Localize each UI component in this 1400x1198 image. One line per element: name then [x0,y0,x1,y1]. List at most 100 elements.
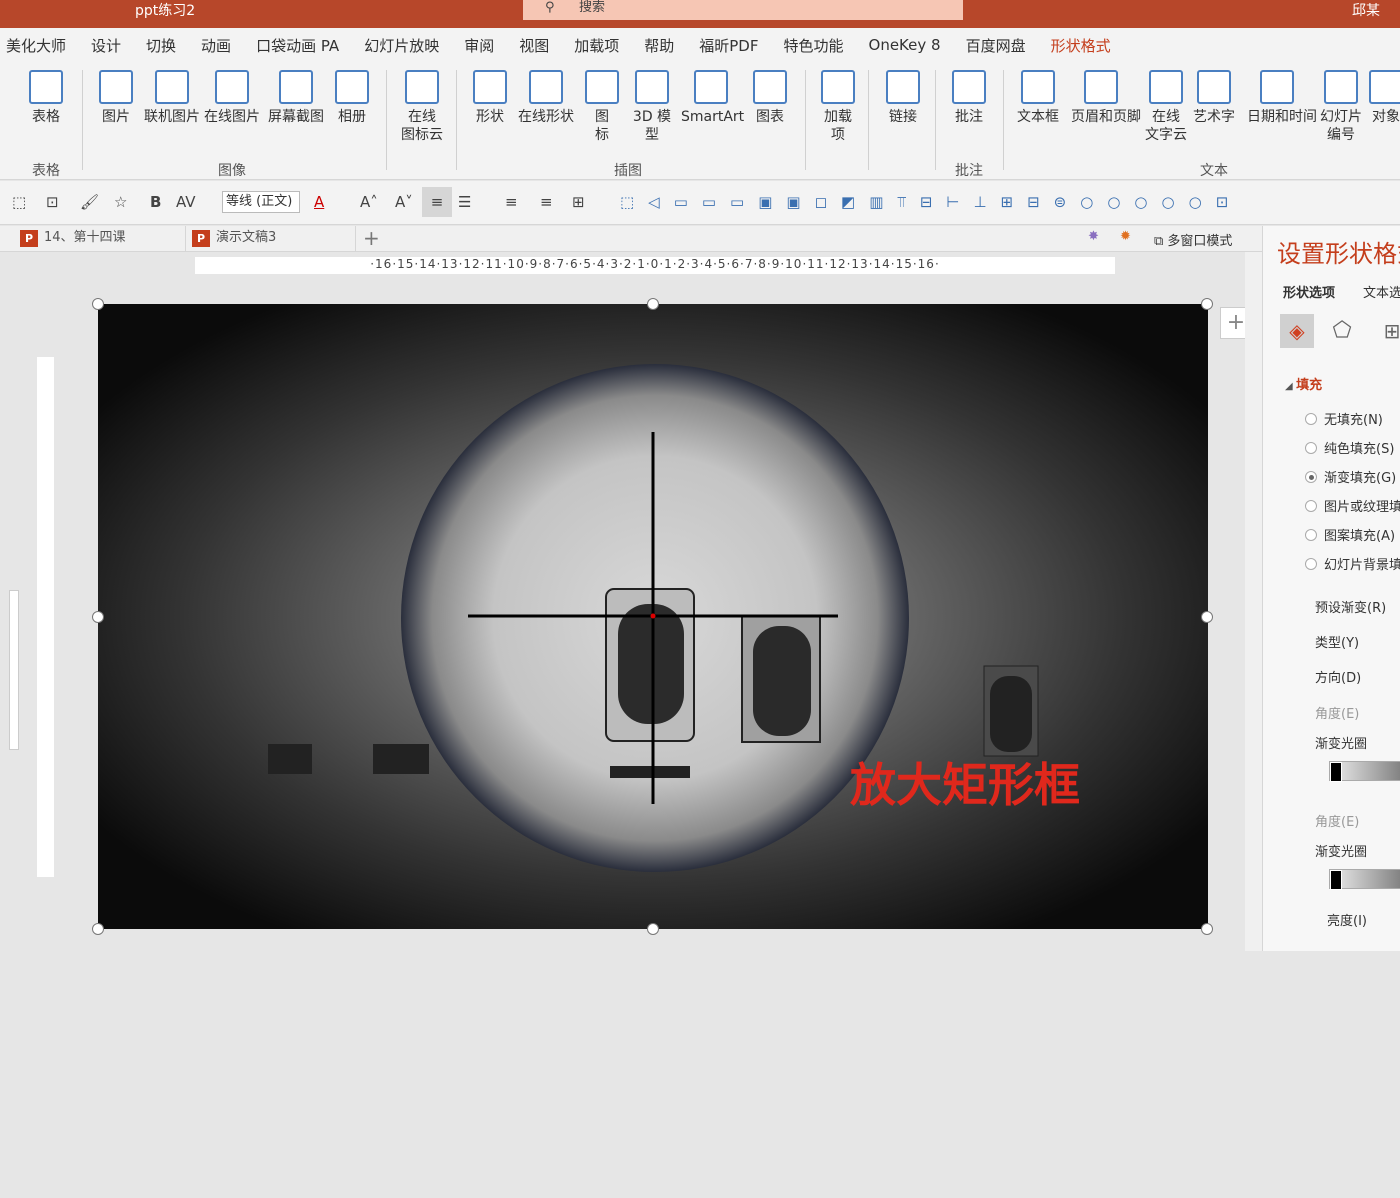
type-label[interactable]: 类型(Y) [1315,632,1359,651]
menu-tab[interactable]: 形状格式 [1051,35,1111,56]
menu-tab[interactable]: 视图 [519,35,549,56]
menu-tab[interactable]: 百度网盘 [966,35,1026,56]
radio-icon [1305,471,1317,483]
ribbon-button[interactable]: 在线图片 [202,70,262,126]
fill-line-icon[interactable]: ◈ [1280,314,1314,348]
menu-tab[interactable]: 帮助 [644,35,674,56]
shrink-font-icon[interactable]: A˅ [395,193,413,211]
title-bar: ppt练习2 ⚲搜索 邱某 [0,0,1400,28]
fill-section-header[interactable]: ◢ 填充 [1285,374,1322,393]
scroll-thumb[interactable] [9,590,19,750]
star-icon[interactable]: ☆ [114,193,127,211]
resize-handle[interactable] [92,298,104,310]
menu-tab[interactable]: 加载项 [574,35,619,56]
ribbon-button[interactable]: 相册 [322,70,382,126]
menu-tab[interactable]: 口袋动画 PA [256,35,339,56]
fill-option-radio[interactable]: 图案填充(A) [1305,525,1395,544]
ribbon-button[interactable]: 加载 项 [808,70,868,144]
presenter-icon[interactable]: ⊡ [46,193,59,211]
fill-option-radio[interactable]: 图片或纹理填充 [1305,496,1400,515]
ribbon-button[interactable]: 链接 [873,70,933,126]
ribbon-button[interactable]: 页眉和页脚 [1071,70,1131,126]
effects-icon[interactable]: ⬠ [1325,314,1359,348]
tab-shape-options[interactable]: 形状选项 [1283,282,1335,301]
tab-document-2[interactable]: P演示文稿3 [186,226,356,252]
gradient-stops-slider[interactable] [1329,761,1400,781]
preset-gradient-label[interactable]: 预设渐变(R) [1315,597,1386,616]
select-icon[interactable]: ⬚ [12,193,26,211]
direction-label[interactable]: 方向(D) [1315,667,1361,686]
bullets-icon[interactable]: ☰ [458,193,471,211]
ribbon-button[interactable]: 屏幕截图 [266,70,326,126]
resize-handle[interactable] [92,923,104,935]
format-painter-icon[interactable]: 🖌 [80,193,99,211]
panel-title: 设置形状格式 [1277,234,1400,269]
size-properties-icon[interactable]: ⊞ [1375,314,1400,348]
menu-tab[interactable]: 审阅 [464,35,494,56]
tab-document-1[interactable]: P14、第十四课 [14,226,186,252]
menu-tab[interactable]: OneKey 8 [869,36,941,54]
fill-option-radio[interactable]: 无填充(N) [1305,409,1383,428]
font-select[interactable]: 等线 (正文) [222,191,300,213]
resize-handle[interactable] [92,611,104,623]
menu-tab[interactable]: 特色功能 [784,35,844,56]
ribbon-button[interactable]: 图片 [86,70,146,126]
divider [82,70,83,170]
ribbon-button[interactable]: 批注 [939,70,999,126]
ribbon-button[interactable]: 联机图片 [142,70,202,126]
ribbon-button[interactable]: 形状 [460,70,520,126]
ribbon-button[interactable]: 日期和时间 [1247,70,1307,126]
ribbon-button-label: 批注 [939,108,999,126]
char-spacing-icon[interactable]: AV [176,193,196,211]
ribbon-button[interactable]: 对象 [1356,70,1400,126]
resize-handle[interactable] [647,298,659,310]
user-name[interactable]: 邱某 [1352,0,1380,20]
align-right-icon[interactable]: ≡ [540,193,553,211]
menu-tab[interactable]: 福昕PDF [699,35,758,56]
menu-tab[interactable]: 动画 [201,35,231,56]
resize-handle[interactable] [1201,611,1213,623]
align-left-icon[interactable]: ≡ [505,193,518,211]
menu-tab[interactable]: 美化大师 [6,35,66,56]
document-name[interactable]: ppt练习2 [135,0,195,20]
menu-tab[interactable]: 幻灯片放映 [364,35,439,56]
ribbon-button[interactable]: 文本框 [1008,70,1068,126]
vertical-scrollbar[interactable] [8,510,26,1198]
ribbon-button[interactable]: SmartArt [681,70,741,126]
gradient-stop-handle[interactable] [1330,870,1342,890]
ribbon-button-label: 艺术字 [1184,108,1244,126]
shape-tools-icons[interactable]: ⬚◁▭▭▭▣▣◻◩▥⫪⊟⊢⊥⊞⊟⊜○○○○○⊡ [620,193,1242,211]
gradient-stops-slider-2[interactable] [1329,869,1400,889]
right-scrollbar[interactable] [1245,252,1262,951]
resize-handle[interactable] [1201,923,1213,935]
fill-option-radio[interactable]: 纯色填充(S) [1305,438,1394,457]
gradient-stop-handle[interactable] [1330,762,1342,782]
align-center-icon[interactable]: ≡ [422,187,452,217]
fill-option-radio[interactable]: 渐变填充(G) [1305,467,1396,486]
resize-handle[interactable] [647,923,659,935]
ribbon-button[interactable]: 表格 [16,70,76,126]
ribbon-button-icon [952,70,986,104]
multi-window-button[interactable]: ⧉ 多窗口模式 [1154,230,1232,249]
table-icon[interactable]: ⊞ [572,193,585,211]
slide[interactable]: 放大矩形框 [98,304,1208,929]
bold-button[interactable]: B [150,193,161,211]
grow-font-icon[interactable]: A˄ [360,193,378,211]
ribbon-button[interactable]: 在线 图标云 [392,70,452,144]
fill-option-label: 幻灯片背景填充 [1324,558,1400,573]
ribbon-button[interactable]: 在线形状 [516,70,576,126]
ribbon-button[interactable]: 3D 模 型 [622,70,682,144]
plugin-icon[interactable]: ✸ [1088,229,1099,244]
search-input[interactable]: ⚲搜索 [523,0,963,20]
ribbon-button[interactable]: 艺术字 [1184,70,1244,126]
font-color-icon[interactable]: A [314,193,324,211]
ribbon-button[interactable]: 图表 [740,70,800,126]
resize-handle[interactable] [1201,298,1213,310]
menu-tab[interactable]: 切换 [146,35,176,56]
tab-text-options[interactable]: 文本选项 [1363,282,1400,301]
fill-option-radio[interactable]: 幻灯片背景填充 [1305,554,1400,573]
slide-caption[interactable]: 放大矩形框 [850,749,1080,815]
add-tab-button[interactable]: + [363,226,380,250]
settings-icon[interactable]: ✹ [1120,229,1131,244]
menu-tab[interactable]: 设计 [91,35,121,56]
